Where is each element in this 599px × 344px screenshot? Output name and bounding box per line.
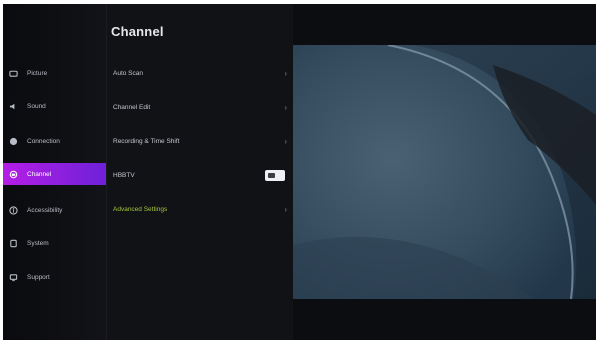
sidebar-item-picture[interactable]: Picture — [3, 62, 106, 84]
sidebar-item-label: Connection — [27, 137, 60, 145]
menu-item-auto-scan[interactable]: Auto Scan › — [107, 61, 293, 85]
toggle-knob — [268, 172, 275, 178]
channel-settings-panel: Channel Auto Scan › Channel Edit › Recor… — [107, 4, 293, 340]
sidebar-item-label: Support — [27, 273, 50, 281]
menu-item-channel-edit[interactable]: Channel Edit › — [107, 95, 293, 119]
sidebar-item-label: Channel — [27, 170, 52, 178]
sound-icon — [9, 102, 18, 111]
sidebar-item-accessibility[interactable]: Accessibility — [3, 199, 106, 221]
sidebar-item-system[interactable]: System — [3, 232, 106, 254]
sidebar-item-label: System — [27, 239, 49, 247]
menu-item-label: Advanced Settings — [113, 205, 168, 213]
video-frame — [293, 45, 596, 299]
menu-item-label: HBBTV — [113, 171, 135, 179]
menu-item-hbbtv[interactable]: HBBTV — [107, 163, 293, 187]
connection-icon — [9, 137, 18, 146]
menu-item-label: Recording & Time Shift — [113, 137, 180, 145]
live-tv-preview — [293, 45, 596, 299]
menu-item-label: Channel Edit — [113, 103, 151, 111]
sidebar-item-sound[interactable]: Sound — [3, 95, 106, 117]
sidebar-item-label: Accessibility — [27, 206, 63, 214]
chevron-right-icon: › — [284, 102, 287, 112]
sidebar-item-label: Sound — [27, 102, 46, 110]
channel-icon — [9, 170, 18, 179]
support-icon — [9, 273, 18, 282]
hbbtv-toggle[interactable] — [265, 169, 285, 181]
chevron-right-icon: › — [284, 68, 287, 78]
menu-item-label: Auto Scan — [113, 69, 143, 77]
menu-item-advanced-settings[interactable]: Advanced Settings › — [107, 197, 293, 221]
settings-sidebar: Picture Sound Connection Channel Accessi… — [3, 4, 106, 340]
chevron-right-icon: › — [284, 204, 287, 214]
sidebar-item-label: Picture — [27, 69, 48, 77]
menu-item-recording-time-shift[interactable]: Recording & Time Shift › — [107, 129, 293, 153]
page-title: Channel — [111, 24, 164, 39]
sidebar-item-channel[interactable]: Channel — [3, 163, 106, 185]
tv-screen: Picture Sound Connection Channel Accessi… — [3, 4, 596, 340]
picture-icon — [9, 69, 18, 78]
system-icon — [9, 239, 18, 248]
sidebar-item-support[interactable]: Support — [3, 266, 106, 288]
sidebar-item-connection[interactable]: Connection — [3, 130, 106, 152]
accessibility-icon — [9, 205, 18, 215]
chevron-right-icon: › — [284, 136, 287, 146]
